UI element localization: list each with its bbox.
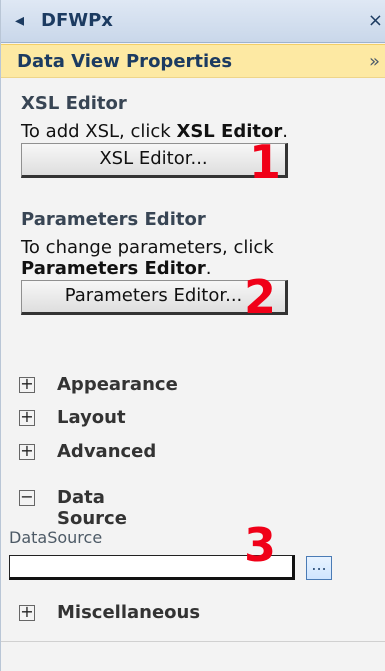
properties-panel: ◂ DFWPx × Data View Properties » XSL Edi… [0, 0, 385, 671]
parameters-instruction-bold: Parameters Editor [21, 258, 206, 279]
expand-icon[interactable]: + [19, 604, 35, 621]
group-label[interactable]: Layout [57, 407, 126, 428]
callout-number-2: 2 [244, 270, 277, 324]
callout-number-3: 3 [244, 518, 277, 572]
datasource-browse-button[interactable]: ... [306, 556, 332, 580]
group-label[interactable]: Data Source [57, 487, 127, 529]
panel-title: DFWPx [41, 10, 113, 31]
expand-icon[interactable]: + [19, 376, 35, 393]
close-icon[interactable]: × [368, 10, 383, 31]
xsl-instruction-suffix: . [282, 121, 288, 142]
expand-icon[interactable]: + [19, 409, 35, 426]
panel-bottom-divider [1, 641, 385, 642]
group-label[interactable]: Miscellaneous [57, 602, 200, 623]
collapse-group-icon[interactable]: − [19, 489, 35, 506]
back-arrow-icon[interactable]: ◂ [15, 10, 24, 31]
expand-icon[interactable]: + [19, 443, 35, 460]
parameters-instruction-line1: To change parameters, click [21, 237, 274, 258]
xsl-instruction: To add XSL, click XSL Editor. [21, 121, 288, 142]
panel-titlebar: ◂ DFWPx × [1, 0, 385, 43]
group-label[interactable]: Advanced [57, 441, 156, 462]
parameters-heading: Parameters Editor [21, 209, 206, 230]
group-label[interactable]: Appearance [57, 374, 178, 395]
xsl-heading: XSL Editor [21, 93, 127, 114]
data-view-properties-header[interactable]: Data View Properties » [1, 44, 385, 78]
parameters-instruction-suffix: . [205, 258, 212, 279]
callout-number-1: 1 [249, 135, 282, 189]
collapse-icon[interactable]: » [369, 51, 380, 72]
xsl-instruction-prefix: To add XSL, click [21, 121, 177, 142]
datasource-label: DataSource [9, 528, 103, 547]
xsl-editor-button[interactable]: XSL Editor... [21, 143, 288, 178]
parameters-instruction-line2: Parameters Editor. [21, 258, 211, 279]
section-title: Data View Properties [17, 51, 233, 72]
